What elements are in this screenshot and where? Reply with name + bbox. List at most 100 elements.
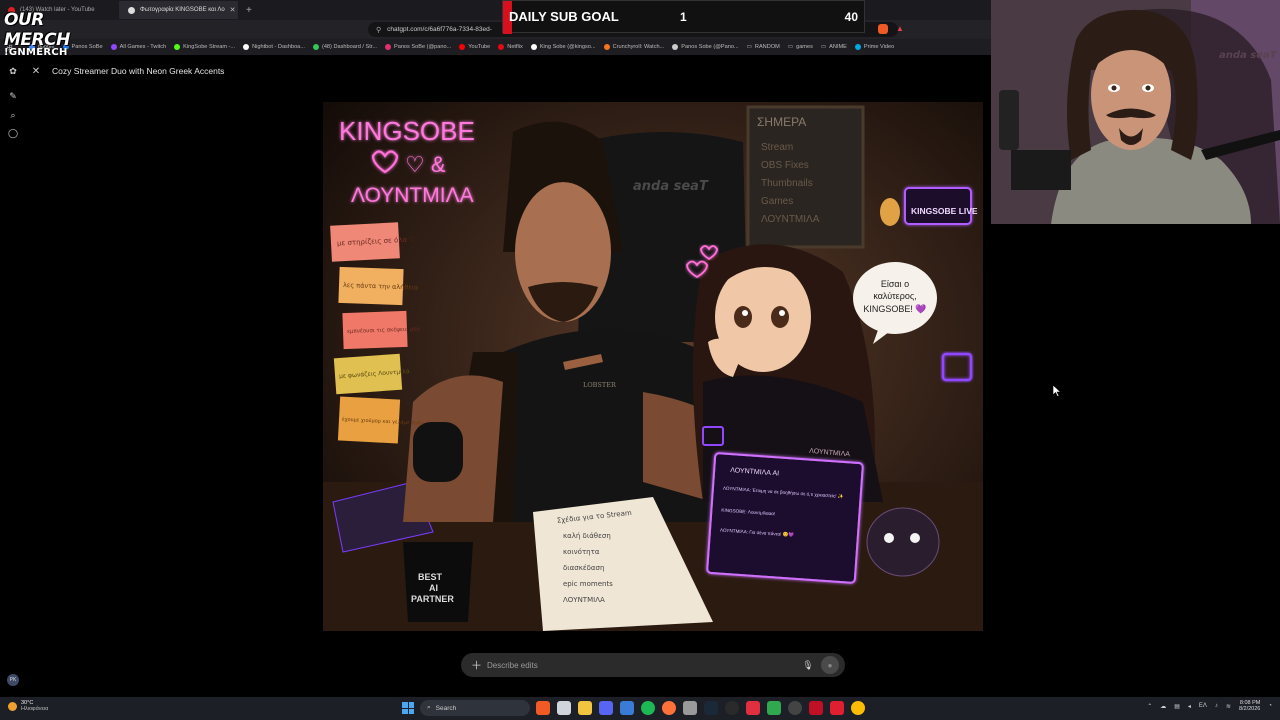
app-crimson-icon[interactable]	[809, 701, 823, 715]
speech-line: καλύτερος,	[873, 291, 916, 301]
bookmark-label: Crunchyroll: Watch...	[612, 44, 665, 50]
bookmark-label: (48) Dashboard / Str...	[321, 44, 377, 50]
bookmark-folder-games[interactable]: ▭ games	[788, 44, 813, 50]
mouse-cursor-icon	[1053, 385, 1061, 397]
bookmark-twitch-games[interactable]: All Games - Twitch	[110, 44, 166, 50]
editor-header: ✕ Cozy Streamer Duo with Neon Greek Acce…	[30, 63, 225, 79]
speaker-icon[interactable]: ♪	[1215, 703, 1218, 709]
sub-goal-label: DAILY SUB GOAL	[509, 9, 619, 24]
chrome-icon[interactable]	[851, 701, 865, 715]
bookmark-folder-anime[interactable]: ▭ ANIME	[821, 44, 847, 50]
sub-goal-current: 1	[680, 10, 687, 24]
spotify-icon[interactable]	[641, 701, 655, 715]
folder-icon: ▭	[820, 44, 827, 50]
mug-text: PARTNER	[411, 594, 454, 604]
bookmark-label: RANDOM	[754, 44, 780, 50]
sub-goal-target: 40	[844, 10, 858, 24]
bookmark-label: King Sobe (@kingso...	[539, 44, 596, 50]
file-explorer-icon[interactable]	[578, 701, 592, 715]
notebook-item: καλή διάθεση	[563, 532, 611, 540]
close-editor-icon[interactable]: ✕	[30, 66, 42, 77]
wifi-icon[interactable]: ≋	[1226, 703, 1231, 710]
bookmark-label: Netflix	[507, 44, 523, 50]
webcam-person-image: anda seaT	[991, 0, 1280, 224]
app-green-icon[interactable]	[767, 701, 781, 715]
notebook-item: ΛΟΥΝΤΜΙΛΑ	[563, 596, 605, 604]
obs-icon[interactable]	[725, 701, 739, 715]
windows-start-icon[interactable]	[402, 702, 414, 714]
nightbot-icon	[243, 44, 250, 50]
library-icon[interactable]: ◯	[7, 127, 19, 139]
notepad-icon[interactable]	[557, 701, 571, 715]
bookmark-x[interactable]: Panos Sobe (@Pano...	[672, 44, 739, 50]
app-red-icon[interactable]	[746, 701, 760, 715]
notebook-item: epic moments	[563, 580, 613, 588]
tab-label: Φωτογραφία KINGSOBE και Λο	[140, 7, 225, 13]
crunchyroll-icon	[603, 44, 610, 50]
clock-date: 8/2/2026	[1238, 706, 1261, 713]
bookmark-instagram[interactable]: Panos SoBe (@pano...	[384, 44, 451, 50]
add-attachment-icon[interactable]: ＋	[471, 657, 483, 673]
bookmark-folder-random[interactable]: ▭ RANDOM	[747, 44, 780, 50]
board-item: Thumbnails	[761, 178, 813, 189]
app-video-icon[interactable]	[830, 701, 844, 715]
rewards-icon[interactable]: ▲	[896, 24, 904, 33]
avatar[interactable]: PK	[7, 674, 19, 686]
board-item: OBS Fixes	[761, 160, 809, 171]
close-tab-icon[interactable]: ✕	[230, 6, 236, 14]
bookmark-kingsobe[interactable]: KingSobe Stream -...	[174, 44, 235, 50]
youtube-icon	[459, 44, 466, 50]
webcam-feed: anda seaT	[991, 0, 1280, 224]
bookmark-dashboard[interactable]: (48) Dashboard / Str...	[312, 44, 377, 50]
weather-desc: Ηλιοφάνεια	[21, 706, 49, 713]
generated-image[interactable]: KINGSOBE ♡ & ΛΟΥΝΤΜΙΛΑ με στηρίζεις σε ό…	[323, 102, 983, 631]
folder-icon: ▭	[746, 44, 752, 50]
search-icon[interactable]: ⌕	[7, 109, 19, 121]
tab-chatgpt-photo[interactable]: Φωτογραφία KINGSOBE και Λο ✕	[120, 1, 238, 19]
firefox-icon[interactable]	[662, 701, 676, 715]
notebook-item: διασκέδαση	[563, 564, 604, 572]
board-item: Stream	[761, 142, 793, 153]
bookmark-crunchyroll[interactable]: Crunchyroll: Watch...	[603, 44, 665, 50]
microphone	[413, 422, 463, 482]
brave-shield-icon[interactable]	[878, 24, 888, 34]
describe-edits-input[interactable]	[487, 660, 801, 670]
volume-icon[interactable]: ◂	[1188, 703, 1191, 710]
board-item: Games	[761, 196, 793, 207]
windows-taskbar: 30°C Ηλιοφάνεια ⌕ Search ⌃ ☁ ▤ ◂ ΕΛ ♪ ≋ …	[0, 697, 1280, 720]
microphone-icon[interactable]: 🎙	[801, 660, 815, 671]
clock[interactable]: 8:08 PM 8/2/2026	[1239, 700, 1260, 713]
art-heading-line2: ♡ &	[405, 152, 446, 177]
bookmark-netflix[interactable]: Netflix	[498, 44, 523, 50]
chatgpt-logo-icon[interactable]: ✿	[7, 65, 19, 77]
language-indicator[interactable]: ΕΛ	[1199, 703, 1207, 709]
new-chat-icon[interactable]: ✎	[7, 90, 19, 102]
new-tab-button[interactable]: +	[238, 5, 260, 16]
send-button[interactable]: ●	[821, 656, 839, 674]
bookmark-tiktok[interactable]: King Sobe (@kingso...	[530, 44, 596, 50]
notifications-icon[interactable]: ◔	[1268, 703, 1272, 709]
cloud-icon[interactable]: ☁	[1160, 703, 1166, 710]
bookmark-prime-video[interactable]: Prime Video	[854, 44, 894, 50]
discord-icon[interactable]	[599, 701, 613, 715]
chrome-dev-icon[interactable]	[620, 701, 634, 715]
chevron-up-icon[interactable]: ⌃	[1147, 703, 1152, 710]
steam-icon[interactable]	[704, 701, 718, 715]
app-dark-icon[interactable]	[788, 701, 802, 715]
chatgpt-left-rail: ✿ ✎ ⌕ ◯ PK	[0, 55, 26, 695]
taskbar-search[interactable]: ⌕ Search	[420, 700, 530, 716]
brave-icon[interactable]	[536, 701, 550, 715]
bookmark-youtube[interactable]: YouTube	[459, 44, 490, 50]
weather-widget[interactable]: 30°C Ηλιοφάνεια	[8, 700, 48, 712]
bookmark-label: games	[796, 44, 813, 50]
bookmark-nightbot[interactable]: Nightbot - Dashboa...	[243, 44, 305, 50]
search-icon: ⌕	[427, 704, 431, 711]
folder-icon: ▭	[787, 44, 794, 50]
tools-icon[interactable]	[683, 701, 697, 715]
network-icon[interactable]: ▤	[1174, 703, 1180, 710]
taskbar-apps	[536, 701, 865, 715]
notebook-item: κοινότητα	[563, 548, 600, 556]
merch-overlay: OUR MERCH !GNMERCH	[4, 10, 114, 58]
site-info-icon[interactable]: ⚲	[376, 26, 381, 34]
speech-line: KINGSOBE! 💜	[863, 304, 927, 314]
